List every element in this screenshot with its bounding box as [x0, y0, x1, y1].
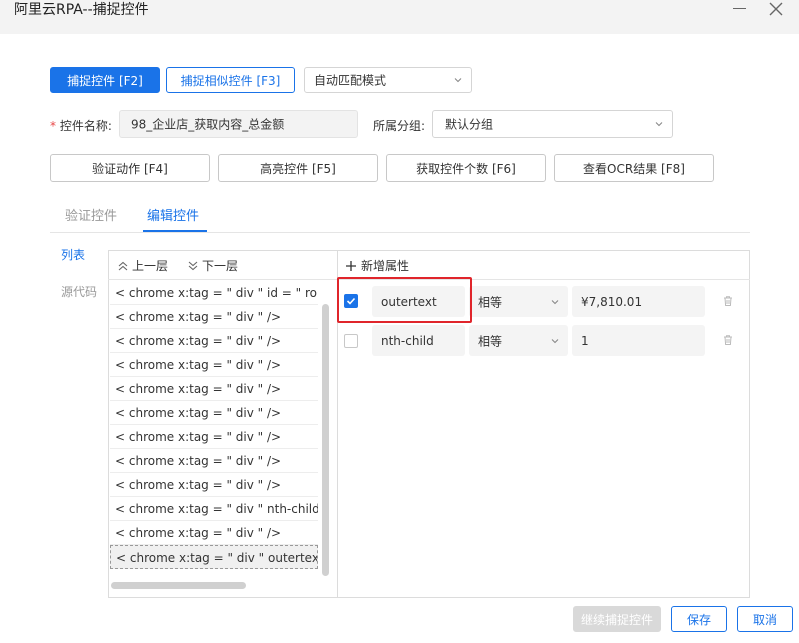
save-button[interactable]: 保存 [671, 606, 727, 632]
selection-highlight [337, 277, 472, 323]
plus-icon [346, 260, 356, 271]
attribute-value: 1 [581, 333, 589, 348]
group-label: 所属分组: [373, 119, 426, 133]
double-chevron-up-icon [118, 261, 128, 270]
highlight-control-button[interactable]: 高亮控件 [F5] [218, 154, 378, 182]
list-item[interactable]: < chrome x:tag = " div " /> [110, 377, 318, 401]
capture-similar-button[interactable]: 捕捉相似控件 [F3] [166, 67, 295, 93]
add-attribute-button[interactable]: 新增属性 [345, 257, 409, 274]
minimize-icon[interactable] [733, 8, 746, 9]
view-ocr-button[interactable]: 查看OCR结果 [F8] [554, 154, 714, 182]
attribute-operator-select[interactable]: 相等 [469, 286, 568, 317]
capture-button[interactable]: 捕捉控件 [F2] [50, 67, 160, 93]
cancel-button[interactable]: 取消 [737, 606, 793, 632]
get-count-button[interactable]: 获取控件个数 [F6] [386, 154, 546, 182]
group-select[interactable]: 默认分组 [432, 110, 673, 138]
horizontal-scrollbar[interactable] [111, 582, 246, 589]
list-item[interactable]: < chrome x:tag = " div " id = " ro [110, 281, 318, 305]
add-attribute-label: 新增属性 [361, 259, 410, 273]
verify-action-button[interactable]: 验证动作 [F4] [50, 154, 210, 182]
chevron-down-icon [454, 78, 462, 83]
attribute-operator: 相等 [478, 334, 503, 348]
attribute-operator-select[interactable]: 相等 [469, 325, 568, 356]
chevron-down-icon [551, 338, 559, 343]
control-name-field[interactable]: 98_企业店_获取内容_总金额 [119, 110, 358, 138]
match-mode-value: 自动匹配模式 [314, 73, 387, 88]
level-down-button[interactable]: 下一层 [187, 257, 238, 274]
continue-capture-button[interactable]: 继续捕捉控件 [573, 606, 661, 632]
attribute-value-cell[interactable]: ¥7,810.01 [572, 286, 705, 317]
list-item[interactable]: < chrome x:tag = " div " /> [110, 425, 318, 449]
vertical-scrollbar[interactable] [322, 304, 329, 576]
side-item-source[interactable]: 源代码 [61, 283, 97, 300]
close-icon[interactable] [768, 1, 784, 17]
control-name-value: 98_企业店_获取内容_总金额 [131, 117, 285, 132]
level-up-button[interactable]: 上一层 [117, 257, 168, 274]
required-mark: * [50, 119, 56, 133]
chevron-down-icon [551, 299, 559, 304]
chevron-down-icon [655, 122, 663, 127]
list-item[interactable]: < chrome x:tag = " div " /> [110, 521, 318, 545]
title-bar: 阿里云RPA--捕捉控件 [0, 0, 799, 34]
attribute-operator: 相等 [478, 295, 503, 309]
name-label: * 控件名称: [50, 117, 112, 134]
list-item[interactable]: < chrome x:tag = " div " /> [110, 473, 318, 497]
attribute-value: ¥7,810.01 [581, 294, 643, 309]
list-item[interactable]: < chrome x:tag = " div " /> [110, 353, 318, 377]
attribute-checkbox-nth-child[interactable] [344, 334, 358, 348]
control-tree-list[interactable]: < chrome x:tag = " div " id = " ro < chr… [110, 281, 318, 569]
tab-verify-control[interactable]: 验证控件 [65, 205, 117, 224]
list-item-selected[interactable]: < chrome x:tag = " div " outertext [110, 545, 318, 569]
group-value: 默认分组 [445, 117, 494, 132]
window-title: 阿里云RPA--捕捉控件 [14, 2, 149, 18]
double-chevron-down-icon [188, 261, 198, 270]
list-item[interactable]: < chrome x:tag = " div " /> [110, 449, 318, 473]
list-item[interactable]: < chrome x:tag = " div " /> [110, 305, 318, 329]
tab-edit-control[interactable]: 编辑控件 [147, 205, 199, 224]
tab-divider [50, 232, 750, 233]
side-item-list[interactable]: 列表 [61, 246, 85, 263]
match-mode-select[interactable]: 自动匹配模式 [304, 67, 472, 93]
list-item[interactable]: < chrome x:tag = " div " /> [110, 401, 318, 425]
attribute-name: nth-child [381, 333, 434, 348]
attribute-value-cell[interactable]: 1 [572, 325, 705, 356]
list-item[interactable]: < chrome x:tag = " div " /> [110, 329, 318, 353]
attribute-name-cell[interactable]: nth-child [372, 325, 465, 356]
trash-icon[interactable] [722, 334, 734, 346]
level-up-label: 上一层 [132, 259, 169, 273]
name-label-text: 控件名称: [59, 119, 112, 133]
level-down-label: 下一层 [202, 259, 239, 273]
tab-active-indicator [143, 230, 207, 232]
trash-icon[interactable] [722, 295, 734, 307]
list-item[interactable]: < chrome x:tag = " div " nth-child [110, 497, 318, 521]
